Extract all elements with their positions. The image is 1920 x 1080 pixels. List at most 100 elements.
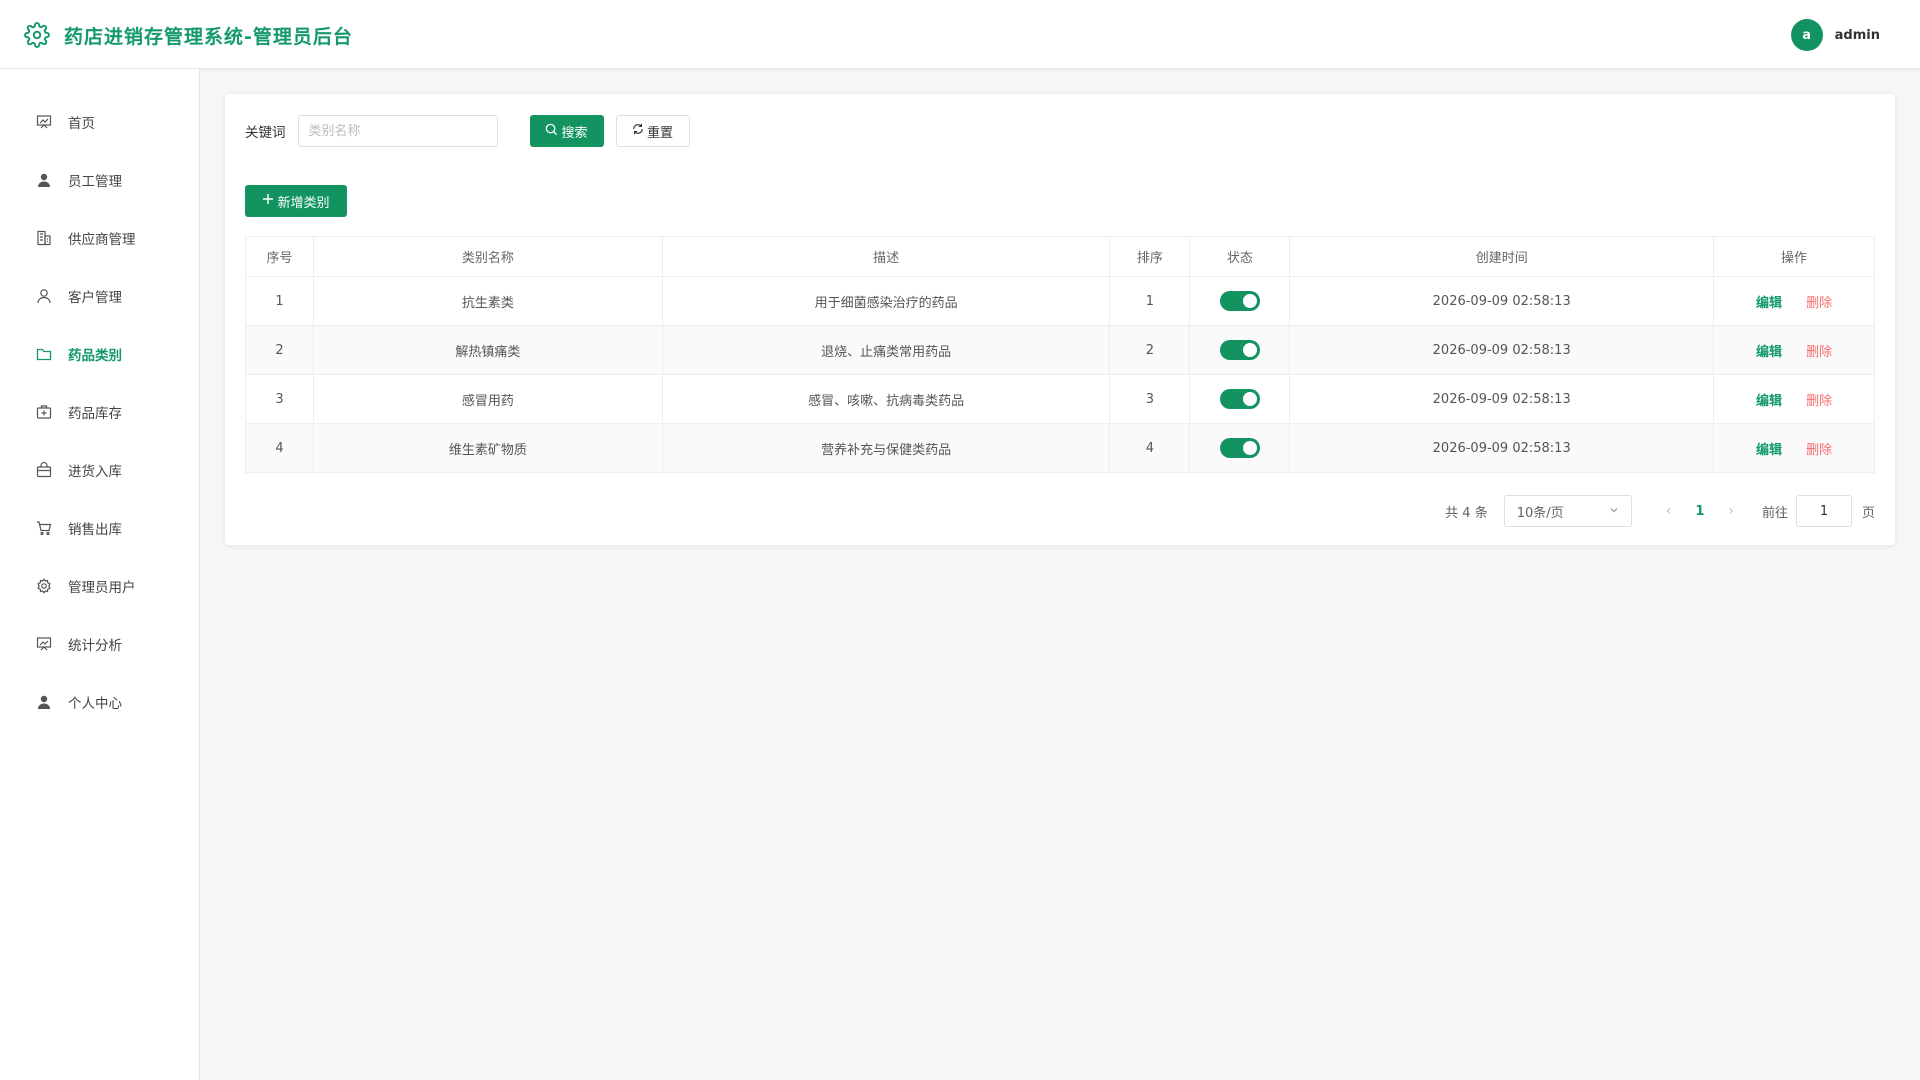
cell-sort: 4 [1109, 423, 1191, 473]
chevron-left-icon: ‹ [1665, 503, 1672, 519]
table-row: 3 感冒用药 感冒、咳嗽、抗病毒类药品 3 2026-09-09 02:58:1… [245, 374, 1875, 424]
building-icon [36, 230, 52, 246]
cell-actions: 编辑 删除 [1713, 276, 1875, 326]
delete-link[interactable]: 删除 [1806, 296, 1832, 311]
user-icon [36, 694, 52, 710]
cell-name: 解热镇痛类 [312, 325, 663, 375]
cell-actions: 编辑 删除 [1713, 423, 1875, 473]
status-toggle[interactable] [1219, 438, 1260, 458]
sidebar-menu: 首页 员工管理 供应商管理 客户管理 药品类别 药品库存 进货入库 销售出库 管… [0, 69, 199, 731]
folder-icon [36, 346, 52, 362]
goto-page-input[interactable] [1795, 495, 1852, 527]
table-row: 1 抗生素类 用于细菌感染治疗的药品 1 2026-09-09 02:58:13… [245, 276, 1875, 326]
cell-status [1189, 325, 1291, 375]
column-header: 序号 [245, 236, 314, 277]
sidebar-item-label: 药品类别 [68, 348, 122, 364]
sidebar: 首页 员工管理 供应商管理 客户管理 药品类别 药品库存 进货入库 销售出库 管… [0, 69, 200, 1080]
delete-link[interactable]: 删除 [1806, 345, 1832, 360]
edit-link[interactable]: 编辑 [1756, 345, 1782, 360]
sidebar-item-employees[interactable]: 员工管理 [0, 151, 199, 209]
cell-name: 感冒用药 [312, 374, 663, 424]
search-bar: 关键词 搜索 重置 [245, 115, 690, 147]
status-toggle[interactable] [1219, 291, 1260, 311]
sidebar-item-statistics[interactable]: 统计分析 [0, 615, 199, 673]
column-header: 状态 [1189, 236, 1291, 277]
medicine-box-icon [36, 404, 52, 420]
sidebar-item-drug-inventory[interactable]: 药品库存 [0, 383, 199, 441]
cell-name: 抗生素类 [312, 276, 663, 326]
edit-link[interactable]: 编辑 [1756, 394, 1782, 409]
sidebar-item-sales-out[interactable]: 销售出库 [0, 499, 199, 557]
search-button-label: 搜索 [561, 125, 588, 141]
table-row: 2 解热镇痛类 退烧、止痛类常用药品 2 2026-09-09 02:58:13… [245, 325, 1875, 375]
refresh-icon [632, 123, 644, 139]
cell-status [1189, 374, 1291, 424]
cell-description: 退烧、止痛类常用药品 [661, 325, 1111, 375]
cell-description: 营养补充与保健类药品 [661, 423, 1111, 473]
delete-link[interactable]: 删除 [1806, 443, 1832, 458]
sidebar-item-home[interactable]: 首页 [0, 93, 199, 151]
cell-sort: 1 [1109, 276, 1191, 326]
page-unit-label: 页 [1861, 505, 1875, 521]
cell-actions: 编辑 删除 [1713, 325, 1875, 375]
pagination: 共 4 条 10条/页 ‹ 1 › 前往 页 [1445, 495, 1875, 527]
delete-link[interactable]: 删除 [1806, 394, 1832, 409]
sidebar-item-label: 管理员用户 [68, 580, 136, 596]
page-size-select[interactable]: 10条/页 [1503, 495, 1632, 527]
cell-name: 维生素矿物质 [312, 423, 663, 473]
category-table: 序号 类别名称 描述 排序 状态 创建时间 操作 1 抗生素类 用于细菌感染治疗… [245, 236, 1875, 473]
cart-icon [36, 520, 52, 536]
cell-status [1189, 276, 1291, 326]
column-header: 排序 [1109, 236, 1191, 277]
search-button[interactable]: 搜索 [529, 115, 604, 147]
sidebar-item-purchase-in[interactable]: 进货入库 [0, 441, 199, 499]
sidebar-item-label: 员工管理 [68, 174, 122, 190]
sidebar-item-label: 进货入库 [68, 464, 122, 480]
page-number-current[interactable]: 1 [1695, 504, 1704, 519]
table-row: 4 维生素矿物质 营养补充与保健类药品 4 2026-09-09 02:58:1… [245, 423, 1875, 473]
cell-index: 3 [245, 374, 314, 424]
user-icon [36, 172, 52, 188]
sidebar-item-label: 销售出库 [68, 522, 122, 538]
sidebar-item-profile[interactable]: 个人中心 [0, 673, 199, 731]
username[interactable]: admin [1835, 28, 1880, 43]
app-title: 药店进销存管理系统-管理员后台 [64, 26, 353, 48]
status-toggle[interactable] [1219, 389, 1260, 409]
edit-link[interactable]: 编辑 [1756, 296, 1782, 311]
goto-label: 前往 [1761, 505, 1788, 521]
cell-description: 感冒、咳嗽、抗病毒类药品 [661, 374, 1111, 424]
reset-button-label: 重置 [646, 125, 673, 141]
cell-status [1189, 423, 1291, 473]
cell-created: 2026-09-09 02:58:13 [1289, 423, 1715, 473]
cell-description: 用于细菌感染治疗的药品 [661, 276, 1111, 326]
cell-index: 2 [245, 325, 314, 375]
reset-button[interactable]: 重置 [615, 115, 690, 147]
page-size-value: 10条/页 [1516, 505, 1564, 521]
avatar[interactable]: a [1790, 19, 1823, 51]
prev-page-button[interactable]: ‹ [1666, 503, 1672, 519]
person-outline-icon [36, 288, 52, 304]
status-toggle[interactable] [1219, 340, 1260, 360]
sidebar-item-label: 客户管理 [68, 290, 122, 306]
add-category-button[interactable]: 新增类别 [245, 185, 347, 217]
sidebar-item-suppliers[interactable]: 供应商管理 [0, 209, 199, 267]
chevron-right-icon: › [1728, 503, 1734, 519]
sidebar-item-drug-categories[interactable]: 药品类别 [0, 325, 199, 383]
gear-icon [24, 22, 50, 48]
sidebar-item-admin-users[interactable]: 管理员用户 [0, 557, 199, 615]
bag-icon [36, 462, 52, 478]
user-menu[interactable]: a admin [1790, 19, 1880, 51]
sidebar-item-customers[interactable]: 客户管理 [0, 267, 199, 325]
chart-board-icon [36, 636, 52, 652]
search-icon [545, 123, 558, 140]
add-category-label: 新增类别 [277, 195, 330, 211]
edit-link[interactable]: 编辑 [1756, 443, 1782, 458]
search-input[interactable] [297, 115, 498, 147]
sidebar-item-label: 供应商管理 [68, 232, 136, 248]
table-header-row: 序号 类别名称 描述 排序 状态 创建时间 操作 [245, 236, 1875, 277]
dashboard-icon [36, 114, 52, 130]
cell-index: 4 [245, 423, 314, 473]
chevron-down-icon [1609, 504, 1619, 519]
cell-index: 1 [245, 276, 314, 326]
next-page-button[interactable]: › [1728, 503, 1734, 519]
